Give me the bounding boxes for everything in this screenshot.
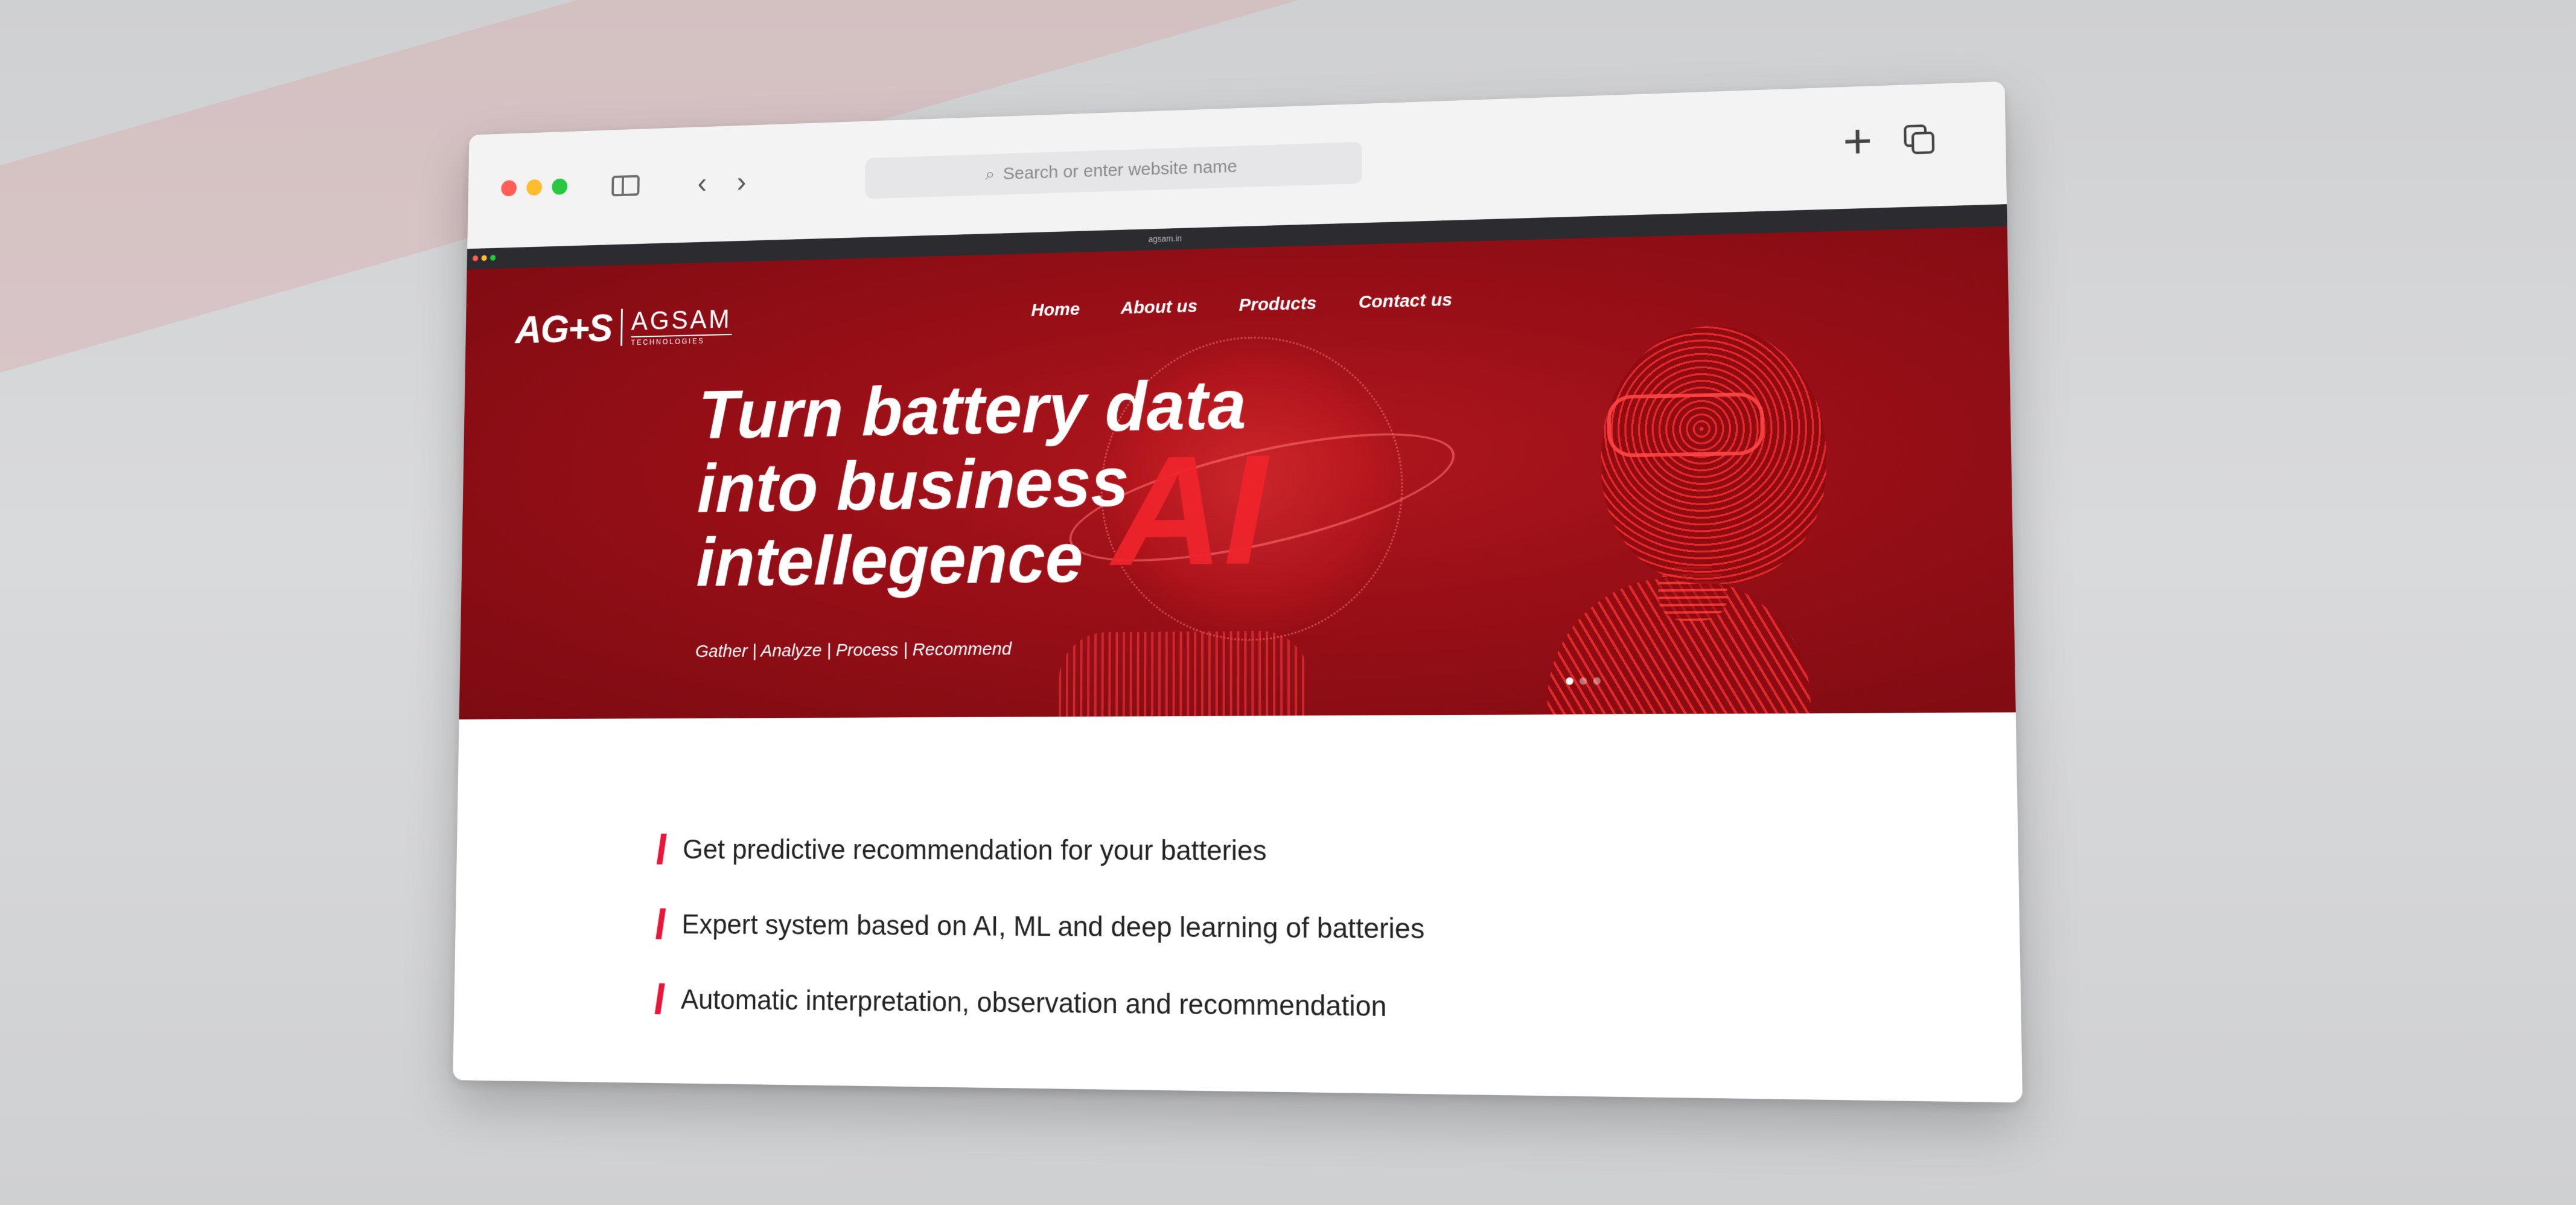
sidebar-toggle-icon[interactable] [611,174,640,197]
feature-item: Get predictive recommendation for your b… [656,833,1424,868]
site-logo[interactable]: AG+S AGSAM TECHNOLOGIES [515,302,732,352]
address-bar[interactable]: ⌕ Search or enter website name [864,141,1362,199]
feature-bullet-icon [655,908,666,939]
tab-overview-icon[interactable] [1904,124,1936,156]
forward-arrow-icon[interactable]: › [729,165,754,197]
nav-home[interactable]: Home [1031,299,1080,321]
nav-products[interactable]: Products [1239,293,1317,316]
hero-banner: AG+S AGSAM TECHNOLOGIES Home About us Pr… [459,226,2016,720]
address-placeholder: Search or enter website name [1003,156,1237,184]
hero-headline: Turn battery data into business intelleg… [696,365,1246,601]
logo-subtitle: TECHNOLOGIES [631,334,732,347]
carousel-dot[interactable] [1566,677,1573,685]
minimize-window-button[interactable] [526,179,543,196]
close-window-button[interactable] [501,180,517,197]
feature-text: Expert system based on AI, ML and deep l… [681,908,1425,945]
logo-name: AGSAM [631,304,732,336]
hero-headline-line: into business [697,443,1129,527]
carousel-dot[interactable] [1579,677,1587,685]
logo-divider [620,308,623,346]
carousel-dot[interactable] [1593,677,1601,685]
nav-contact-us[interactable]: Contact us [1359,290,1452,313]
back-arrow-icon[interactable]: ‹ [690,167,715,199]
logo-mark: AG+S [515,306,612,351]
embedded-url: agsam.in [1148,233,1182,244]
nav-about-us[interactable]: About us [1121,296,1197,319]
logo-wordmark: AGSAM TECHNOLOGIES [631,305,732,347]
feature-list: Get predictive recommendation for your b… [654,833,1425,1068]
hero-tagline: Gather | Analyze | Process | Recommend [695,639,1012,662]
hero-headline-line: intellegence [696,519,1083,601]
feature-text: Automatic interpretation, observation an… [680,983,1387,1023]
hero-headline-line: Turn battery data [698,365,1246,453]
embedded-window-controls [472,255,496,261]
hand-graphic [1059,630,1310,720]
feature-bullet-icon [654,983,665,1015]
site-navigation: Home About us Products Contact us [1031,290,1452,321]
browser-window: ‹ › ⌕ Search or enter website name + ags… [453,81,2023,1103]
maximize-window-button[interactable] [552,178,568,195]
feature-text: Get predictive recommendation for your b… [682,833,1267,866]
carousel-indicators [1566,677,1601,685]
search-icon: ⌕ [985,164,995,184]
robot-visor-graphic [1607,392,1765,458]
feature-item: Automatic interpretation, observation an… [654,983,1425,1023]
new-tab-button[interactable]: + [1843,113,1873,168]
window-controls [501,178,568,197]
feature-bullet-icon [656,833,667,865]
feature-item: Expert system based on AI, ML and deep l… [655,908,1425,945]
